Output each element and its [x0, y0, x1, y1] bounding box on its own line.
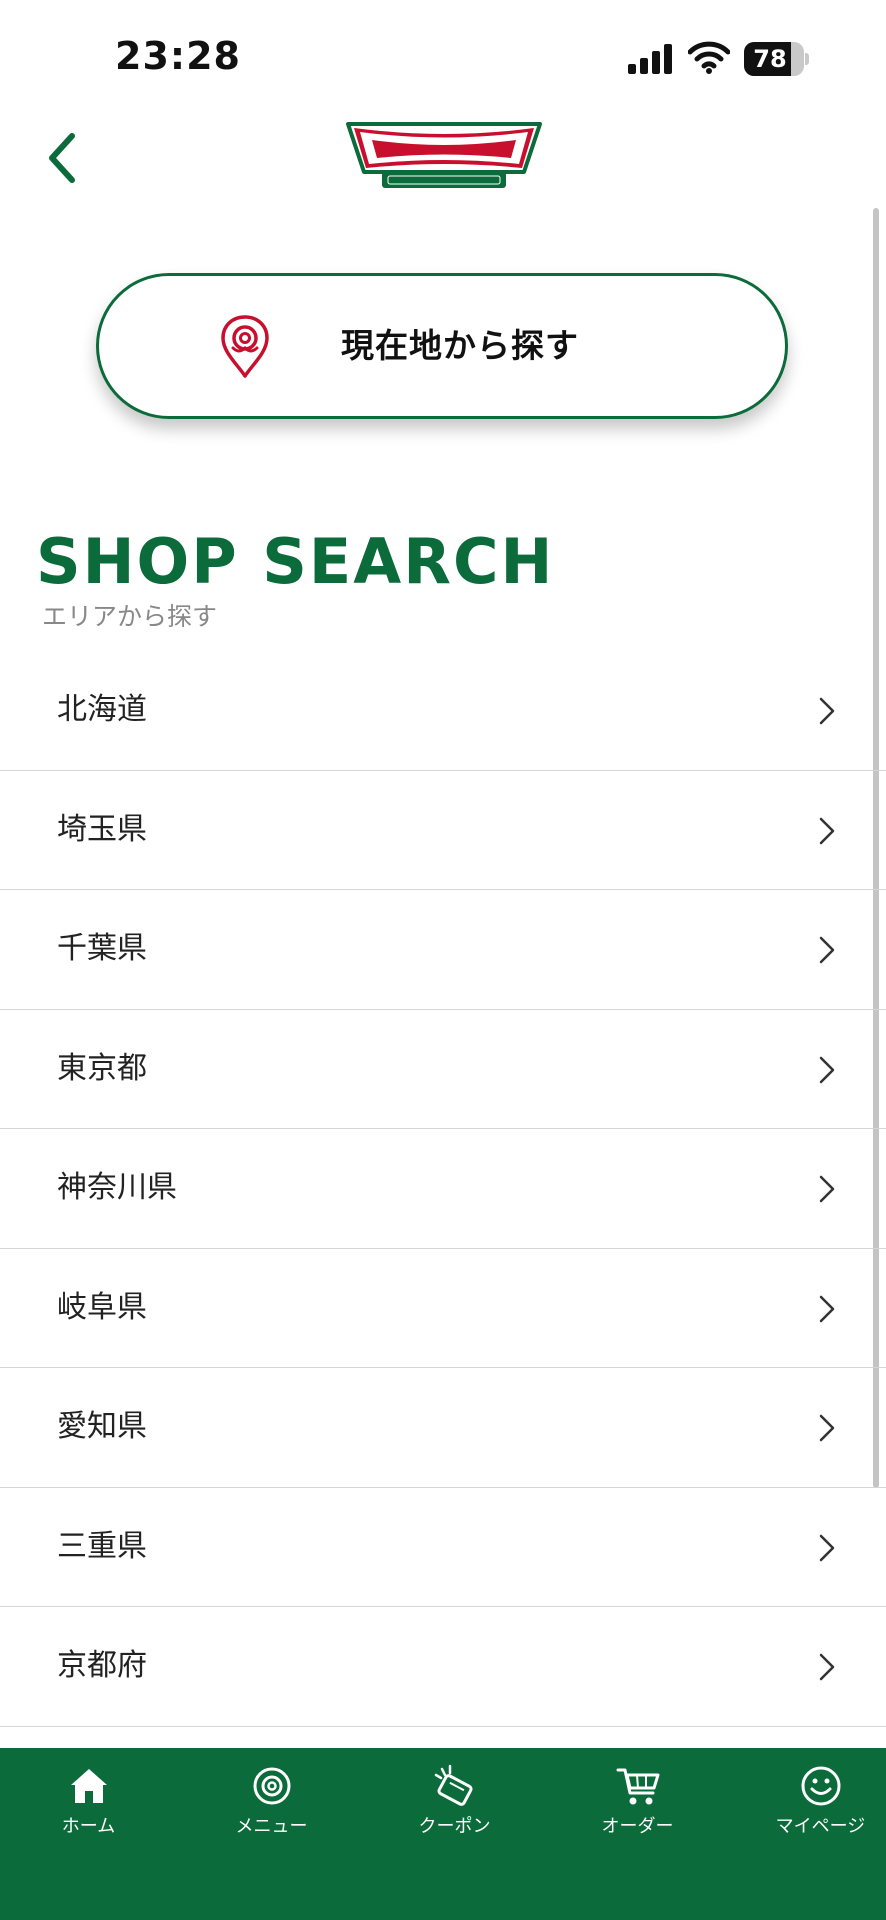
area-label: 東京都	[57, 1050, 147, 1086]
tab-label: メニュー	[235, 1816, 308, 1837]
coupon-icon	[434, 1764, 473, 1806]
area-list-item[interactable]: 岐阜県	[0, 1249, 886, 1368]
area-label: 三重県	[57, 1528, 147, 1564]
status-bar: 23:28 78	[0, 0, 886, 110]
tab-label: マイページ	[775, 1816, 866, 1837]
chevron-right-icon	[819, 1175, 835, 1203]
chevron-right-icon	[819, 817, 835, 844]
chevron-right-icon	[819, 1653, 835, 1681]
area-list-item[interactable]: 三重県	[0, 1488, 886, 1607]
chevron-right-icon	[819, 1414, 835, 1442]
krispy-kreme-logo	[346, 122, 542, 188]
page-subtitle: エリアから探す	[42, 602, 218, 631]
back-button[interactable]	[36, 120, 92, 196]
area-label: 千葉県	[57, 931, 147, 966]
chevron-right-icon	[819, 1295, 835, 1322]
area-label: 北海道	[57, 692, 147, 727]
status-time: 23:28	[115, 34, 241, 78]
tab-label: ホーム	[61, 1816, 116, 1837]
chevron-right-icon	[819, 1534, 835, 1561]
tab-label: クーポン	[418, 1816, 491, 1837]
smiley-icon	[801, 1766, 841, 1806]
tab-coupon[interactable]: クーポン	[366, 1748, 543, 1858]
tab-label: オーダー	[601, 1816, 674, 1837]
area-list-item[interactable]: 愛知県	[0, 1368, 886, 1488]
area-label: 岐阜県	[57, 1289, 147, 1325]
chevron-right-icon	[819, 697, 835, 725]
chevron-right-icon	[819, 1056, 835, 1083]
tab-home[interactable]: ホーム	[0, 1748, 177, 1858]
signal-icon	[628, 44, 672, 74]
locate-button-label: 現在地から探す	[341, 326, 579, 365]
chevron-left-icon	[49, 133, 75, 183]
cart-icon	[616, 1768, 660, 1805]
battery-icon: 78	[744, 42, 810, 76]
chevron-right-icon	[819, 936, 835, 964]
app-screen: 23:28 78 現在地から探す SHOP SEARCH エリアから探す 北海道…	[0, 0, 886, 1920]
page-title: SHOP SEARCH	[36, 525, 555, 598]
tab-smiley[interactable]: マイページ	[732, 1748, 886, 1858]
tab-cart[interactable]: オーダー	[549, 1748, 726, 1858]
area-list-item[interactable]: 京都府	[0, 1607, 886, 1727]
area-list-item[interactable]: 千葉県	[0, 890, 886, 1010]
area-list-item[interactable]: 北海道	[0, 651, 886, 771]
area-list-item[interactable]: 埼玉県	[0, 771, 886, 890]
area-label: 愛知県	[57, 1409, 147, 1444]
tab-bar: ホーム メニュー クーポン オーダー マイページ	[0, 1748, 886, 1920]
wifi-icon	[688, 41, 730, 74]
locate-current-location-button[interactable]: 現在地から探す	[96, 273, 788, 419]
doughnut-icon	[253, 1767, 291, 1805]
area-list: 北海道埼玉県千葉県東京都神奈川県岐阜県愛知県三重県京都府	[0, 651, 886, 1727]
battery-percent: 78	[753, 45, 787, 73]
area-label: 埼玉県	[57, 811, 147, 847]
area-label: 京都府	[57, 1648, 147, 1683]
tab-doughnut[interactable]: メニュー	[183, 1748, 360, 1858]
home-icon	[71, 1769, 107, 1803]
area-label: 神奈川県	[57, 1170, 177, 1205]
location-pin-icon	[221, 315, 269, 378]
area-list-item[interactable]: 東京都	[0, 1010, 886, 1129]
area-list-item[interactable]: 神奈川県	[0, 1129, 886, 1249]
